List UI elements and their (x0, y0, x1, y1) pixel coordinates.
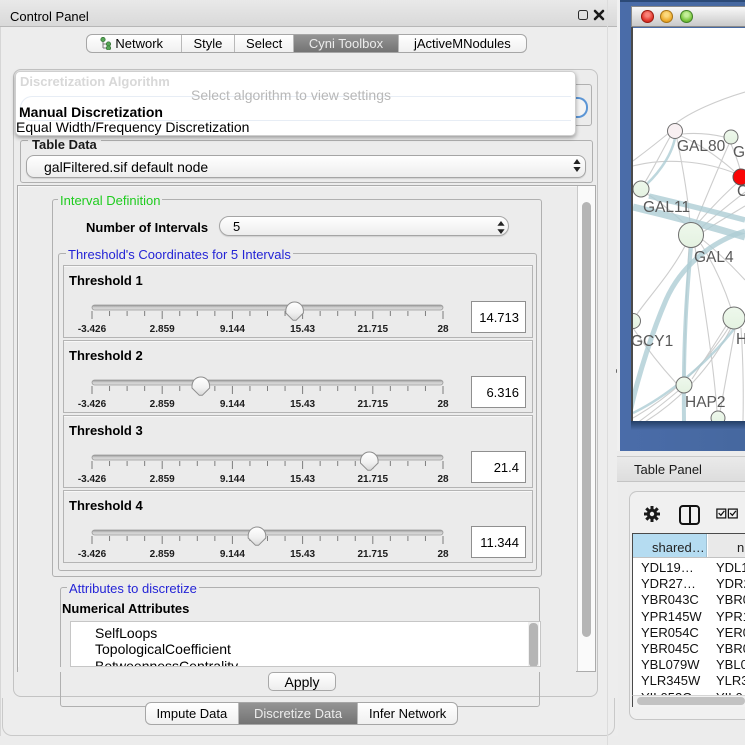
svg-text:28: 28 (437, 549, 449, 560)
svg-text:28: 28 (437, 399, 449, 410)
svg-text:28: 28 (437, 474, 449, 485)
svg-text:15.43: 15.43 (290, 324, 315, 335)
svg-text:2.859: 2.859 (150, 474, 175, 485)
svg-text:21.715: 21.715 (358, 549, 389, 560)
svg-text:2.859: 2.859 (150, 399, 175, 410)
svg-text:-3.426: -3.426 (78, 549, 107, 560)
svg-text:9.144: 9.144 (220, 399, 245, 410)
svg-text:G.: G. (733, 144, 745, 161)
svg-text:15.43: 15.43 (290, 474, 315, 485)
svg-text:H: H (736, 331, 745, 348)
svg-text:15.43: 15.43 (290, 549, 315, 560)
svg-text:-3.426: -3.426 (78, 324, 107, 335)
svg-text:9.144: 9.144 (220, 324, 245, 335)
svg-text:15.43: 15.43 (290, 399, 315, 410)
svg-text:9.144: 9.144 (220, 549, 245, 560)
svg-text:-3.426: -3.426 (78, 399, 107, 410)
svg-text:HAP2: HAP2 (685, 394, 726, 411)
svg-text:GCY1: GCY1 (633, 333, 673, 350)
svg-text:21.715: 21.715 (358, 474, 389, 485)
svg-text:9.144: 9.144 (220, 474, 245, 485)
svg-text:GAL4: GAL4 (694, 249, 734, 266)
svg-text:21.715: 21.715 (358, 399, 389, 410)
svg-text:GAL80: GAL80 (677, 138, 726, 155)
svg-text:C: C (737, 183, 745, 200)
svg-text:GAL11: GAL11 (643, 199, 690, 216)
svg-text:2.859: 2.859 (150, 549, 175, 560)
svg-text:28: 28 (437, 324, 449, 335)
svg-text:-3.426: -3.426 (78, 474, 107, 485)
svg-text:2.859: 2.859 (150, 324, 175, 335)
svg-text:21.715: 21.715 (358, 324, 389, 335)
